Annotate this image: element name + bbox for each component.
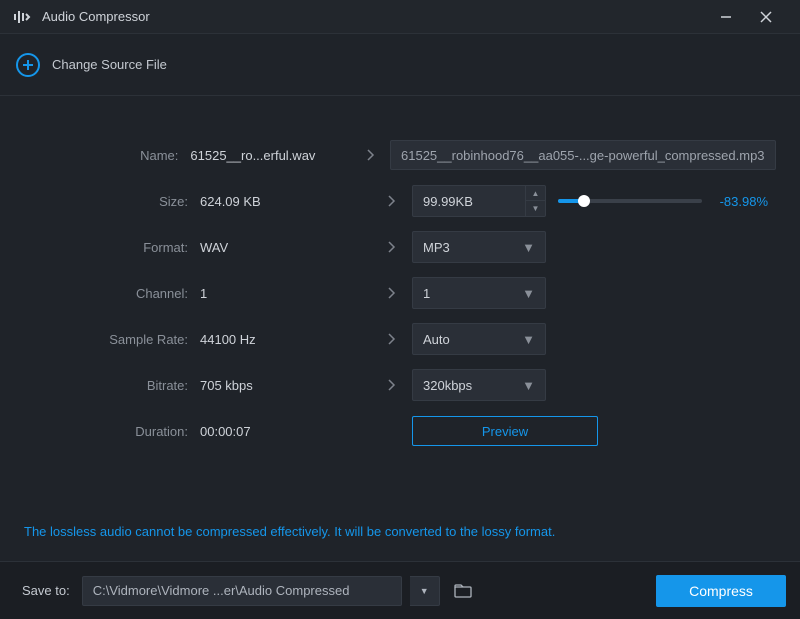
titlebar: Audio Compressor — [0, 0, 800, 34]
label-size: Size: — [24, 194, 200, 209]
chevron-right-icon — [352, 149, 390, 161]
size-step-up-button[interactable]: ▲ — [526, 186, 545, 201]
target-channel-select[interactable]: 1 ▼ — [412, 277, 546, 309]
app-title: Audio Compressor — [42, 9, 150, 24]
save-to-path-value: C:\Vidmore\Vidmore ...er\Audio Compresse… — [93, 583, 350, 598]
footer: Save to: C:\Vidmore\Vidmore ...er\Audio … — [0, 561, 800, 619]
label-name: Name: — [24, 148, 190, 163]
caret-down-icon: ▼ — [522, 378, 535, 393]
plus-circle-icon — [16, 53, 40, 77]
change-source-file-label: Change Source File — [52, 57, 167, 72]
slider-thumb[interactable] — [578, 195, 590, 207]
caret-down-icon: ▼ — [420, 586, 429, 596]
size-step-down-button[interactable]: ▼ — [526, 201, 545, 216]
save-to-path-input[interactable]: C:\Vidmore\Vidmore ...er\Audio Compresse… — [82, 576, 402, 606]
preview-button-label: Preview — [482, 424, 528, 439]
target-name-value: 61525__robinhood76__aa055-...ge-powerful… — [401, 148, 765, 163]
target-format-value: MP3 — [423, 240, 450, 255]
target-name-input[interactable]: 61525__robinhood76__aa055-...ge-powerful… — [390, 140, 776, 170]
preview-button[interactable]: Preview — [412, 416, 598, 446]
save-to-dropdown-button[interactable]: ▼ — [410, 576, 440, 606]
toolbar: Change Source File — [0, 34, 800, 96]
caret-down-icon: ▼ — [522, 332, 535, 347]
compress-button-label: Compress — [689, 583, 753, 599]
target-channel-value: 1 — [423, 286, 430, 301]
caret-down-icon: ▼ — [522, 240, 535, 255]
source-sample-rate: 44100 Hz — [200, 332, 372, 347]
source-name: 61525__ro...erful.wav — [190, 148, 352, 163]
size-change-pct: -83.98% — [712, 194, 768, 209]
chevron-right-icon — [372, 287, 412, 299]
change-source-file-button[interactable]: Change Source File — [16, 53, 167, 77]
source-duration: 00:00:07 — [200, 424, 372, 439]
minimize-button[interactable] — [706, 0, 746, 34]
source-bitrate: 705 kbps — [200, 378, 372, 393]
label-duration: Duration: — [24, 424, 200, 439]
target-size-stepper[interactable]: 99.99KB ▲ ▼ — [412, 185, 546, 217]
close-button[interactable] — [746, 0, 786, 34]
source-channel: 1 — [200, 286, 372, 301]
source-size: 624.09 KB — [200, 194, 372, 209]
chevron-right-icon — [372, 379, 412, 391]
open-folder-button[interactable] — [448, 576, 478, 606]
compress-button[interactable]: Compress — [656, 575, 786, 607]
source-format: WAV — [200, 240, 372, 255]
target-bitrate-value: 320kbps — [423, 378, 472, 393]
folder-icon — [454, 584, 472, 598]
chevron-right-icon — [372, 333, 412, 345]
target-sample-rate-select[interactable]: Auto ▼ — [412, 323, 546, 355]
label-bitrate: Bitrate: — [24, 378, 200, 393]
size-slider[interactable] — [558, 199, 702, 203]
lossy-conversion-notice: The lossless audio cannot be compressed … — [24, 524, 555, 539]
chevron-right-icon — [372, 195, 412, 207]
save-to-label: Save to: — [22, 583, 70, 598]
target-bitrate-select[interactable]: 320kbps ▼ — [412, 369, 546, 401]
target-format-select[interactable]: MP3 ▼ — [412, 231, 546, 263]
label-channel: Channel: — [24, 286, 200, 301]
target-sample-rate-value: Auto — [423, 332, 450, 347]
main-panel: Name: 61525__ro...erful.wav 61525__robin… — [0, 96, 800, 561]
target-size-value: 99.99KB — [413, 194, 525, 209]
label-sample-rate: Sample Rate: — [24, 332, 200, 347]
app-logo-icon — [14, 10, 32, 24]
chevron-right-icon — [372, 241, 412, 253]
caret-down-icon: ▼ — [522, 286, 535, 301]
label-format: Format: — [24, 240, 200, 255]
